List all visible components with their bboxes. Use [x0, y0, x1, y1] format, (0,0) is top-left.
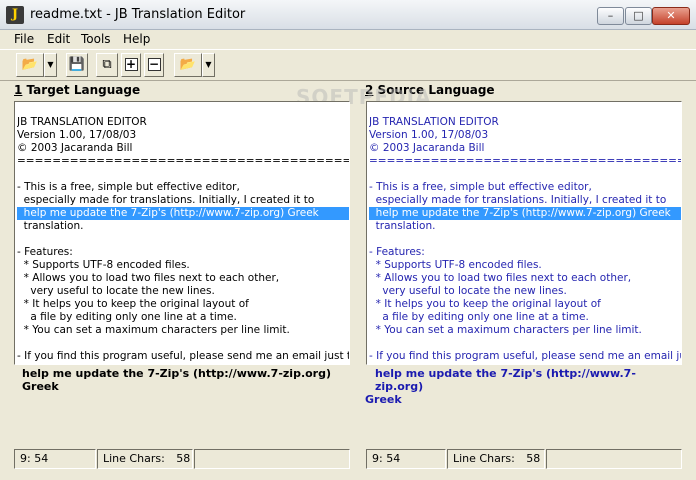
target-panel-label: Target Language: [26, 83, 141, 97]
text-line[interactable]: ========================================…: [17, 155, 349, 168]
source-lines: JB TRANSLATION EDITOR Version 1.00, 17/08…: [369, 116, 681, 363]
text-line[interactable]: © 2003 Jacaranda Bill: [17, 142, 349, 155]
menu-tools[interactable]: Tools: [81, 32, 111, 46]
target-current-line: help me update the 7-Zip's (http://www.7…: [22, 367, 332, 393]
target-line-chars-value: 58: [176, 452, 191, 465]
text-line[interactable]: especially made for translations. Initia…: [17, 194, 349, 207]
open-source-button[interactable]: 📂: [174, 53, 202, 77]
target-language-title: 1 Target Language: [14, 83, 140, 97]
text-line[interactable]: * Allows you to load two files next to e…: [369, 272, 681, 285]
text-line[interactable]: [369, 233, 681, 246]
source-status-line-chars: Line Chars: 58: [447, 449, 545, 469]
text-line[interactable]: - Features:: [17, 246, 349, 259]
open-target-dropdown[interactable]: ▼: [44, 53, 57, 77]
collapse-button[interactable]: −: [144, 53, 164, 77]
menu-help[interactable]: Help: [123, 32, 150, 46]
text-line[interactable]: JB TRANSLATION EDITOR: [369, 116, 681, 129]
menu-edit[interactable]: Edit: [47, 32, 70, 46]
text-line[interactable]: * You can set a maximum characters per l…: [17, 324, 349, 337]
save-button[interactable]: 💾: [66, 53, 88, 77]
text-line[interactable]: * Supports UTF-8 encoded files.: [369, 259, 681, 272]
maximize-button[interactable]: □: [625, 7, 652, 25]
target-status-position: 9: 54: [14, 449, 96, 469]
text-line[interactable]: - If you find this program useful, pleas…: [17, 350, 349, 363]
text-line[interactable]: * It helps you to keep the original layo…: [17, 298, 349, 311]
text-line[interactable]: a file by editing only one line at a tim…: [17, 311, 349, 324]
text-line[interactable]: - This is a free, simple but effective e…: [17, 181, 349, 194]
text-line[interactable]: very useful to locate the new lines.: [369, 285, 681, 298]
source-line-chars-label: Line Chars:: [453, 452, 515, 465]
expand-icon: +: [124, 57, 138, 71]
open-source-dropdown[interactable]: ▼: [202, 53, 215, 77]
source-line-chars-value: 58: [526, 452, 541, 465]
text-line[interactable]: JB TRANSLATION EDITOR: [17, 116, 349, 129]
text-line[interactable]: [17, 233, 349, 246]
close-button[interactable]: ✕: [652, 7, 690, 25]
target-line-chars-label: Line Chars:: [103, 452, 165, 465]
text-line[interactable]: - Features:: [369, 246, 681, 259]
compare-icon: ⧉: [102, 57, 112, 72]
target-status-line-chars: Line Chars: 58: [97, 449, 193, 469]
text-line[interactable]: * You can set a maximum characters per l…: [369, 324, 681, 337]
text-line[interactable]: translation.: [369, 220, 681, 233]
source-status-extra: [546, 449, 682, 469]
source-current-line-2: Greek: [365, 393, 402, 406]
menu-file[interactable]: File: [14, 32, 34, 46]
source-current-line: help me update the 7-Zip's (http://www.7…: [365, 367, 683, 406]
title-bar: J readme.txt - JB Translation Editor – □…: [0, 0, 696, 30]
text-line[interactable]: * It helps you to keep the original layo…: [369, 298, 681, 311]
text-line[interactable]: [369, 168, 681, 181]
text-line[interactable]: Version 1.00, 17/08/03: [17, 129, 349, 142]
target-panel-number: 1: [14, 83, 23, 97]
selected-text-line[interactable]: help me update the 7-Zip's (http://www.7…: [369, 207, 681, 220]
expand-button[interactable]: +: [121, 53, 141, 77]
selected-text-line[interactable]: help me update the 7-Zip's (http://www.7…: [17, 207, 349, 220]
toolbar: 📂 ▼ 💾 ⧉ + − 📂 ▼: [0, 49, 696, 81]
source-current-line-1: help me update the 7-Zip's (http://www.7…: [375, 367, 636, 393]
text-line[interactable]: ========================================…: [369, 155, 681, 168]
text-line[interactable]: * Supports UTF-8 encoded files.: [17, 259, 349, 272]
text-line[interactable]: especially made for translations. Initia…: [369, 194, 681, 207]
app-icon: J: [6, 6, 24, 24]
text-line[interactable]: a file by editing only one line at a tim…: [369, 311, 681, 324]
text-line[interactable]: * Allows you to load two files next to e…: [17, 272, 349, 285]
text-line[interactable]: [17, 168, 349, 181]
source-status-position: 9: 54: [366, 449, 446, 469]
text-line[interactable]: translation.: [17, 220, 349, 233]
open-folder-icon: 📂: [21, 57, 39, 72]
text-line[interactable]: - If you find this program useful, pleas…: [369, 350, 681, 363]
target-text-area[interactable]: JB TRANSLATION EDITOR Version 1.00, 17/08…: [14, 101, 350, 365]
text-line[interactable]: very useful to locate the new lines.: [17, 285, 349, 298]
minimize-button[interactable]: –: [597, 7, 624, 25]
target-lines: JB TRANSLATION EDITOR Version 1.00, 17/08…: [17, 116, 349, 363]
compare-button[interactable]: ⧉: [96, 53, 118, 77]
source-text-area[interactable]: JB TRANSLATION EDITOR Version 1.00, 17/08…: [366, 101, 682, 365]
target-status-extra: [194, 449, 350, 469]
save-disk-icon: 💾: [68, 57, 86, 72]
text-line[interactable]: © 2003 Jacaranda Bill: [369, 142, 681, 155]
window-title: readme.txt - JB Translation Editor: [30, 7, 246, 22]
text-line[interactable]: [17, 337, 349, 350]
open-target-button[interactable]: 📂: [16, 53, 44, 77]
menu-bar: File Edit Tools Help: [0, 30, 696, 49]
text-line[interactable]: [369, 337, 681, 350]
open-folder-icon: 📂: [179, 57, 197, 72]
text-line[interactable]: - This is a free, simple but effective e…: [369, 181, 681, 194]
text-line[interactable]: Version 1.00, 17/08/03: [369, 129, 681, 142]
collapse-icon: −: [147, 57, 161, 71]
